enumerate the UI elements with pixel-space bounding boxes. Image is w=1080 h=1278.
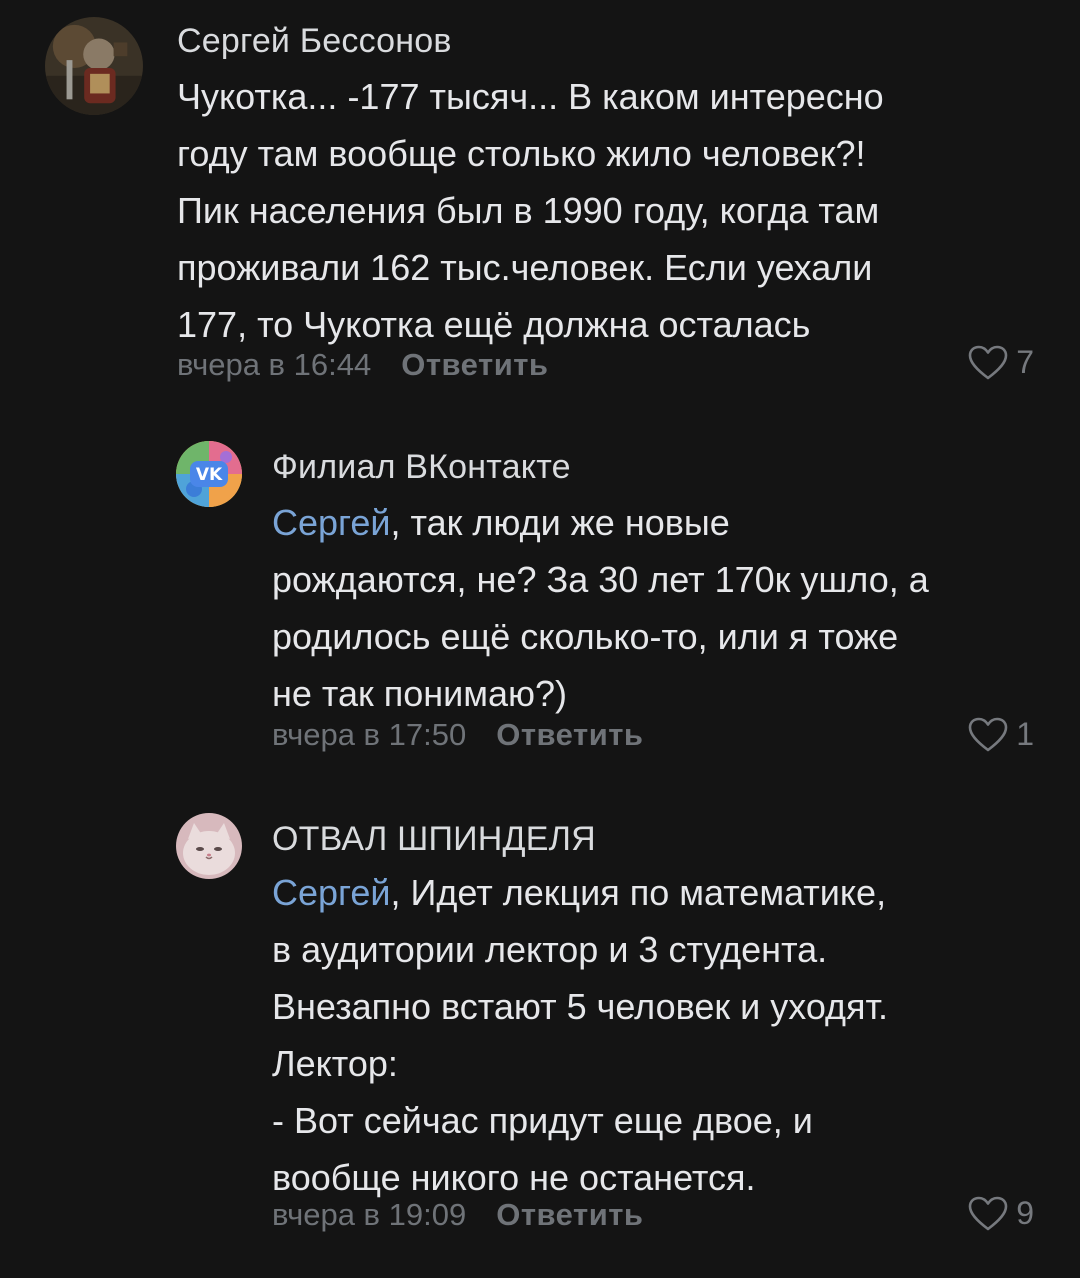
like-button[interactable]: 1 <box>968 716 1034 753</box>
mention-link[interactable]: Сергей <box>272 502 391 543</box>
heart-icon <box>968 1196 1008 1230</box>
comment-author[interactable]: Филиал ВКонтакте <box>272 448 571 487</box>
comment-text-line: родилось ещё сколько-то, или я тоже <box>272 616 899 657</box>
heart-icon <box>968 345 1008 379</box>
vk-logo-icon: VK <box>176 441 242 507</box>
comment-text-line: не так понимаю?) <box>272 673 568 714</box>
svg-text:VK: VK <box>196 465 223 485</box>
comment-text-line: Пик населения был в 1990 году, когда там <box>177 190 880 231</box>
comment-text-line: в аудитории лектор и 3 студента. <box>272 929 828 970</box>
avatar[interactable]: VK <box>176 441 242 507</box>
comment-author[interactable]: ОТВАЛ ШПИНДЕЛЯ <box>272 820 596 859</box>
comment-text-line: проживали 162 тыс.человек. Если уехали <box>177 247 873 288</box>
comment-text-line: году там вообще столько жило человек?! <box>177 133 866 174</box>
comment-meta: вчера в 19:09 Ответить <box>272 1197 644 1233</box>
avatar[interactable] <box>176 813 242 879</box>
like-count: 9 <box>1016 1195 1034 1231</box>
comment-timestamp: вчера в 17:50 <box>272 717 467 752</box>
comment-text-line: Чукотка... -177 тысяч... В каком интерес… <box>177 76 884 117</box>
avatar[interactable] <box>45 17 143 115</box>
comment-text-line: Внезапно встают 5 человек и уходят. <box>272 986 889 1027</box>
reply-button[interactable]: Ответить <box>401 347 548 382</box>
comment-text-line: - Вот сейчас придут еще двое, и <box>272 1100 813 1141</box>
comment-text-line: Лектор: <box>272 1043 398 1084</box>
comment-text-segment: , Идет лекция по математике, <box>390 872 887 913</box>
mention-link[interactable]: Сергей <box>272 872 391 913</box>
comment-meta: вчера в 17:50 Ответить <box>272 717 644 753</box>
comment-text-line: Сергей, так люди же новые <box>272 494 929 551</box>
like-button[interactable]: 9 <box>968 1195 1034 1232</box>
cat-avatar-icon <box>176 813 242 879</box>
comment-author[interactable]: Сергей Бессонов <box>177 22 452 61</box>
like-count: 1 <box>1016 716 1034 752</box>
comment-text: Чукотка... -177 тысяч... В каком интерес… <box>177 68 884 353</box>
comment-text: Сергей, Идет лекция по математике, в ауд… <box>272 864 888 1206</box>
comment-text-segment: , так люди же новые <box>390 502 730 543</box>
comment-meta: вчера в 16:44 Ответить <box>177 347 549 383</box>
comment-text-line: 177, то Чукотка ещё должна осталась <box>177 304 811 345</box>
reply-button[interactable]: Ответить <box>496 717 643 752</box>
heart-icon <box>968 717 1008 751</box>
comment-text-line: Сергей, Идет лекция по математике, <box>272 864 888 921</box>
avatar-image-icon <box>45 17 143 115</box>
like-button[interactable]: 7 <box>968 344 1034 381</box>
comment-timestamp: вчера в 19:09 <box>272 1197 467 1232</box>
comment-text: Сергей, так люди же новые рождаются, не?… <box>272 494 929 722</box>
comment-timestamp: вчера в 16:44 <box>177 347 372 382</box>
comment-text-line: рождаются, не? За 30 лет 170к ушло, а <box>272 559 929 600</box>
like-count: 7 <box>1016 344 1034 380</box>
reply-button[interactable]: Ответить <box>496 1197 643 1232</box>
